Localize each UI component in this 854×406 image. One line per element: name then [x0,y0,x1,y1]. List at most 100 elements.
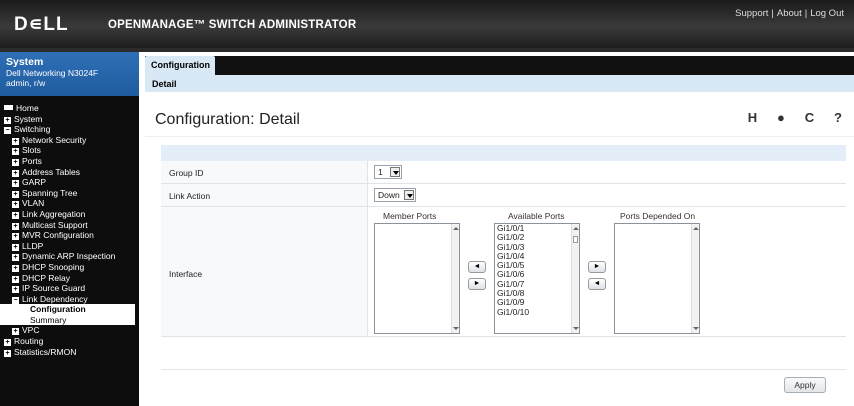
sidebar-item-network-security[interactable]: + Network Security [0,135,139,146]
page-title: Configuration: Detail [155,111,300,128]
sidebar-item-system[interactable]: + System [0,114,139,125]
sidebar-item-label: Link Dependency [22,293,88,304]
remove-from-depended-button[interactable]: ◄ [588,278,606,290]
group-id-select[interactable]: 1 [374,165,402,179]
sidebar-item-label: GARP [22,177,47,188]
sidebar-item-ports[interactable]: + Ports [0,156,139,167]
detail-form: Group ID 1 Link Action Down Interface Me… [161,145,846,355]
expand-icon[interactable]: + [12,264,19,272]
sidebar-item-label: Link Aggregation [22,208,86,219]
sidebar-item-label: MVR Configuration [22,230,94,241]
apply-button[interactable]: Apply [784,377,826,393]
available-ports-list[interactable]: Gi1/0/1 Gi1/0/2 Gi1/0/3 Gi1/0/4 Gi1/0/5 Gi1/0… [494,223,580,334]
sidebar-item-vlan[interactable]: + VLAN [0,198,139,209]
expand-icon[interactable]: + [4,339,11,347]
sidebar-item-lldp[interactable]: + LLDP [0,241,139,252]
save-icon[interactable]: H [744,110,761,126]
scrollbar[interactable] [451,224,459,333]
expand-icon[interactable]: + [4,349,11,357]
group-id-value: 1 [378,167,383,177]
move-to-depended-button[interactable]: ► [588,261,606,273]
print-icon[interactable]: ● [772,110,789,126]
refresh-icon[interactable]: C [801,110,818,126]
expand-icon[interactable]: + [12,286,19,294]
sidebar-item-label: VLAN [22,198,45,209]
sidebar-item-label: LLDP [22,240,44,251]
sidebar-item-spanning-tree[interactable]: + Spanning Tree [0,188,139,199]
expand-icon[interactable]: + [12,233,19,241]
sidebar-item-statistics-rmon[interactable]: + Statistics/RMON [0,347,139,358]
sidebar-item-dhcp-relay[interactable]: + DHCP Relay [0,273,139,284]
expand-icon[interactable]: + [4,116,11,124]
collapse-icon[interactable]: − [12,296,19,304]
collapse-icon[interactable]: − [4,127,11,135]
sidebar-item-label: Dynamic ARP Inspection [22,251,116,262]
help-icon[interactable]: ? [830,110,846,126]
scrollbar[interactable] [691,224,699,333]
support-link[interactable]: Support [735,8,768,19]
tab-bar [145,56,854,75]
list-item[interactable]: Gi1/0/10 [495,307,579,317]
sidebar-item-summary[interactable]: Summary [0,314,135,326]
sidebar-item-garp[interactable]: + GARP [0,177,139,188]
member-ports-list[interactable] [374,223,460,334]
expand-icon[interactable]: + [12,169,19,177]
move-to-available-button[interactable]: ► [468,278,486,290]
expand-icon[interactable]: + [12,158,19,166]
sidebar-item-link-aggregation[interactable]: + Link Aggregation [0,209,139,220]
sidebar-item-label: Ports [22,155,42,166]
scroll-thumb[interactable] [573,236,578,243]
sidebar-item-link-dependency[interactable]: − Link Dependency [0,294,139,305]
scroll-up-icon [573,227,579,230]
tab-configuration[interactable]: Configuration [145,56,215,75]
scrollbar[interactable] [571,224,579,333]
expand-icon[interactable]: + [12,201,19,209]
sidebar-item-multicast-support[interactable]: + Multicast Support [0,220,139,231]
sidebar-item-switching[interactable]: − Switching [0,124,139,135]
sidebar-item-address-tables[interactable]: + Address Tables [0,167,139,178]
system-user: admin, r/w [6,78,46,88]
sidebar-item-label: Address Tables [22,166,80,177]
link-action-select[interactable]: Down [374,188,416,202]
about-link[interactable]: About [777,8,802,19]
sidebar-item-dhcp-snooping[interactable]: + DHCP Snooping [0,262,139,273]
ports-depended-heading: Ports Depended On [620,211,696,221]
group-id-cell: 1 [367,161,846,183]
sidebar-item-home[interactable]: Home [0,103,139,114]
expand-icon[interactable]: + [12,243,19,251]
top-links: Support | About | Log Out [735,8,844,19]
form-bottom-divider [161,369,846,370]
ports-depended-list[interactable] [614,223,700,334]
expand-icon[interactable]: + [12,254,19,262]
expand-icon[interactable]: + [12,180,19,188]
sidebar-item-configuration[interactable]: Configuration [0,304,135,315]
expand-icon[interactable]: + [12,137,19,145]
logout-link[interactable]: Log Out [810,8,844,19]
sidebar-item-label: Multicast Support [22,219,88,230]
sidebar: System Dell Networking N3024F admin, r/w… [0,52,139,406]
sidebar-item-label: IP Source Guard [22,283,86,294]
expand-icon[interactable]: + [12,328,19,336]
move-to-member-button[interactable]: ◄ [468,261,486,273]
expand-icon[interactable]: + [12,148,19,156]
expand-icon[interactable]: + [12,222,19,230]
form-header [161,145,846,161]
sidebar-item-vpc[interactable]: + VPC [0,325,139,336]
subtab-detail[interactable]: Detail [152,79,177,89]
scroll-down-icon [693,327,699,330]
expand-icon[interactable]: + [12,190,19,198]
sidebar-item-label: DHCP Snooping [22,261,85,272]
sidebar-item-dynamic-arp-inspection[interactable]: + Dynamic ARP Inspection [0,251,139,262]
sidebar-item-routing[interactable]: + Routing [0,336,139,347]
page-toolbar: H ● C ? [734,110,846,126]
sidebar-item-mvr-configuration[interactable]: + MVR Configuration [0,230,139,241]
system-title: System [6,56,44,68]
sidebar-item-slots[interactable]: + Slots [0,145,139,156]
sidebar-item-ip-source-guard[interactable]: + IP Source Guard [0,283,139,294]
expand-icon[interactable]: + [12,211,19,219]
sidebar-item-label: Slots [22,145,41,156]
expand-icon[interactable]: + [12,275,19,283]
link-action-label: Link Action [169,191,211,201]
available-ports-items: Gi1/0/1 Gi1/0/2 Gi1/0/3 Gi1/0/4 Gi1/0/5 Gi1/0… [495,224,579,317]
scroll-down-icon [453,327,459,330]
